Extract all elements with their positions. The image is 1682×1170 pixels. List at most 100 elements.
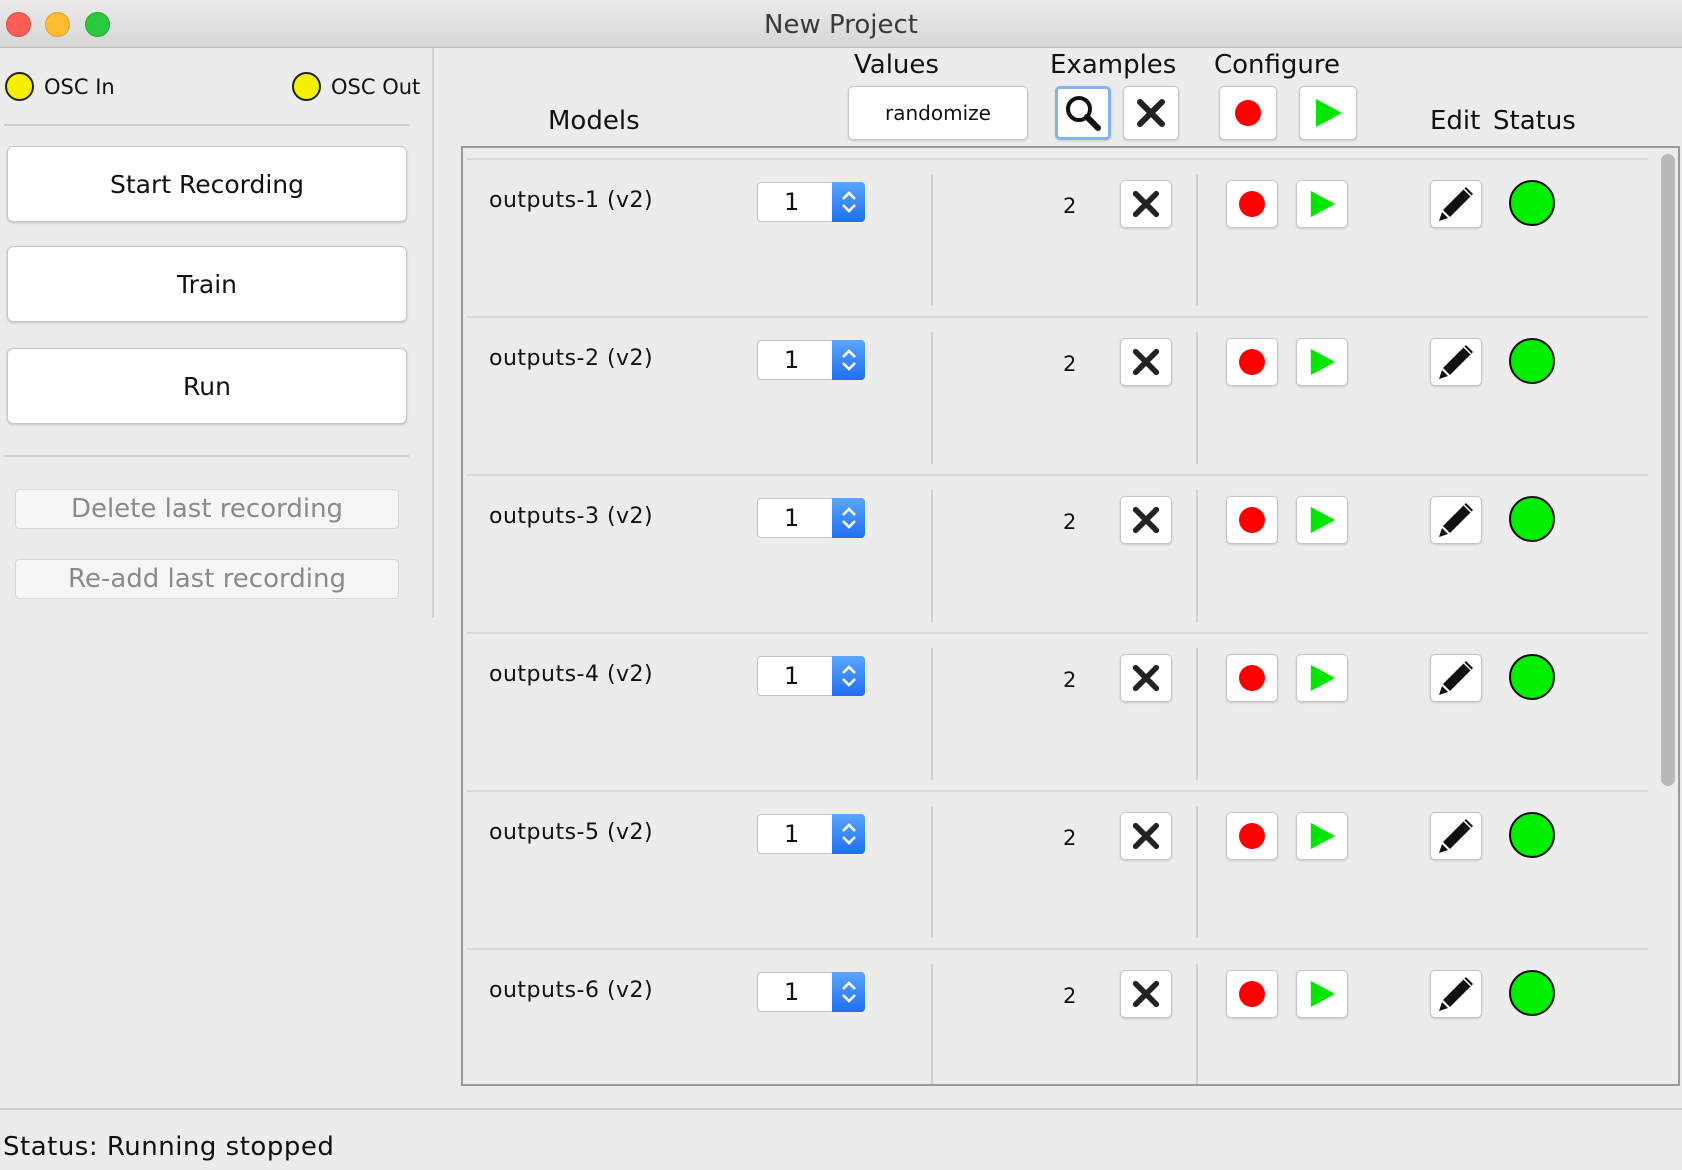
model-value-stepper[interactable]: 1 — [757, 340, 865, 380]
model-row: outputs-1 (v2) 1 2 — [467, 158, 1648, 316]
model-name: outputs-5 (v2) — [489, 820, 654, 845]
delete-examples-button[interactable] — [1120, 654, 1172, 702]
divider — [1196, 174, 1198, 306]
delete-examples-button[interactable] — [1120, 496, 1172, 544]
model-value-stepper[interactable]: 1 — [757, 498, 865, 538]
delete-examples-button[interactable] — [1120, 180, 1172, 228]
x-icon — [1132, 822, 1160, 850]
chevron-updown-icon[interactable] — [832, 498, 865, 538]
run-model-button[interactable] — [1296, 496, 1348, 544]
chevron-updown-icon[interactable] — [832, 656, 865, 696]
record-all-button[interactable] — [1219, 86, 1277, 140]
status-label: Status: — [3, 1132, 99, 1162]
search-examples-button[interactable] — [1055, 86, 1111, 140]
record-model-button[interactable] — [1226, 654, 1278, 702]
edit-model-button[interactable] — [1430, 496, 1482, 544]
model-name: outputs-1 (v2) — [489, 188, 654, 213]
run-model-button[interactable] — [1296, 180, 1348, 228]
x-icon — [1137, 99, 1165, 127]
chevron-updown-icon[interactable] — [832, 814, 865, 854]
title-bar: New Project — [0, 0, 1682, 48]
search-icon — [1066, 96, 1101, 131]
run-model-button[interactable] — [1296, 338, 1348, 386]
window-title: New Project — [764, 10, 918, 40]
play-icon — [1310, 822, 1336, 850]
model-status-indicator — [1509, 338, 1555, 384]
examples-count: 2 — [1063, 352, 1077, 376]
delete-examples-button[interactable] — [1120, 812, 1172, 860]
delete-last-recording-button[interactable]: Delete last recording — [15, 489, 399, 529]
delete-all-examples-button[interactable] — [1123, 86, 1179, 140]
delete-examples-button[interactable] — [1120, 970, 1172, 1018]
randomize-button[interactable]: randomize — [848, 86, 1028, 140]
pencil-icon — [1439, 819, 1473, 853]
model-name: outputs-4 (v2) — [489, 662, 654, 687]
record-model-button[interactable] — [1226, 180, 1278, 228]
record-model-button[interactable] — [1226, 496, 1278, 544]
osc-out-label: OSC Out — [331, 74, 421, 99]
divider — [931, 174, 933, 306]
x-icon — [1132, 348, 1160, 376]
edit-header: Edit — [1430, 106, 1481, 136]
models-header: Models — [548, 106, 640, 136]
model-value-stepper[interactable]: 1 — [757, 182, 865, 222]
edit-model-button[interactable] — [1430, 812, 1482, 860]
examples-count: 2 — [1063, 194, 1077, 218]
edit-model-button[interactable] — [1430, 654, 1482, 702]
divider — [931, 648, 933, 780]
chevron-updown-icon[interactable] — [832, 340, 865, 380]
model-status-indicator — [1509, 180, 1555, 226]
status-text: Running stopped — [106, 1132, 335, 1162]
examples-header: Examples — [1050, 50, 1177, 80]
examples-count: 2 — [1063, 668, 1077, 692]
edit-model-button[interactable] — [1430, 970, 1482, 1018]
model-value-stepper[interactable]: 1 — [757, 814, 865, 854]
control-panel: OSC In OSC Out Start Recording Train Run… — [0, 48, 434, 618]
configure-header: Configure — [1214, 50, 1341, 80]
run-model-button[interactable] — [1296, 970, 1348, 1018]
start-recording-button[interactable]: Start Recording — [7, 146, 407, 222]
train-button[interactable]: Train — [7, 246, 407, 322]
edit-model-button[interactable] — [1430, 180, 1482, 228]
run-button[interactable]: Run — [7, 348, 407, 424]
record-model-button[interactable] — [1226, 812, 1278, 860]
model-value: 1 — [784, 662, 800, 690]
model-row: outputs-2 (v2) 1 2 — [467, 316, 1648, 474]
osc-in-label: OSC In — [44, 74, 115, 99]
model-status-indicator — [1509, 812, 1555, 858]
edit-model-button[interactable] — [1430, 338, 1482, 386]
model-status-indicator — [1509, 496, 1555, 542]
divider — [1196, 332, 1198, 464]
divider — [931, 806, 933, 938]
record-icon — [1235, 100, 1261, 126]
readd-last-recording-button[interactable]: Re-add last recording — [15, 559, 399, 599]
chevron-updown-icon[interactable] — [832, 182, 865, 222]
divider — [1196, 964, 1198, 1084]
status-bar: Status: Running stopped — [3, 1132, 334, 1162]
run-model-button[interactable] — [1296, 654, 1348, 702]
pencil-icon — [1439, 345, 1473, 379]
run-model-button[interactable] — [1296, 812, 1348, 860]
play-icon — [1310, 664, 1336, 692]
delete-examples-button[interactable] — [1120, 338, 1172, 386]
divider — [931, 964, 933, 1084]
chevron-updown-icon[interactable] — [832, 972, 865, 1012]
record-model-button[interactable] — [1226, 970, 1278, 1018]
model-value-stepper[interactable]: 1 — [757, 972, 865, 1012]
record-model-button[interactable] — [1226, 338, 1278, 386]
run-all-button[interactable] — [1299, 86, 1357, 140]
model-value-stepper[interactable]: 1 — [757, 656, 865, 696]
osc-out-led-icon — [292, 72, 321, 101]
record-icon — [1239, 981, 1265, 1007]
model-value: 1 — [784, 188, 800, 216]
examples-count: 2 — [1063, 510, 1077, 534]
model-status-indicator — [1509, 654, 1555, 700]
model-row: outputs-4 (v2) 1 2 — [467, 632, 1648, 790]
divider — [4, 455, 409, 457]
models-table: outputs-1 (v2) 1 2 outputs-2 (v2) 1 2 ou… — [461, 146, 1680, 1086]
x-icon — [1132, 190, 1160, 218]
model-value: 1 — [784, 346, 800, 374]
status-header: Status — [1493, 106, 1576, 136]
scrollbar-thumb[interactable] — [1661, 154, 1675, 786]
divider — [4, 124, 409, 126]
